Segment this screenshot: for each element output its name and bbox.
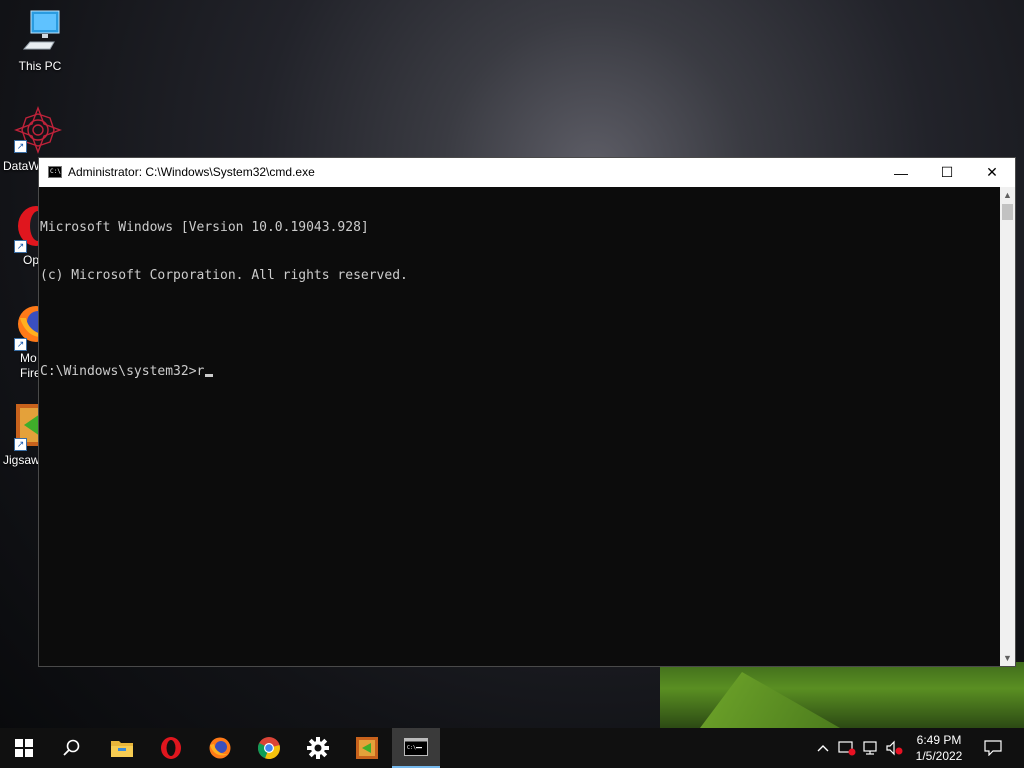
tray-security[interactable] bbox=[836, 728, 858, 768]
window-title: Administrator: C:\Windows\System32\cmd.e… bbox=[68, 165, 315, 179]
cmd-icon: C:\ bbox=[48, 166, 62, 178]
taskbar-jigsaw[interactable] bbox=[343, 728, 391, 768]
taskbar-chrome[interactable] bbox=[245, 728, 293, 768]
action-center-button[interactable] bbox=[978, 728, 1008, 768]
notifications-icon bbox=[984, 740, 1002, 756]
search-button[interactable] bbox=[48, 728, 96, 768]
shortcut-arrow-icon: ↗ bbox=[14, 240, 27, 253]
taskbar-firefox[interactable] bbox=[196, 728, 244, 768]
svg-text:C:\: C:\ bbox=[407, 745, 416, 751]
clock-date: 1/5/2022 bbox=[915, 749, 963, 763]
console-prompt-line[interactable]: C:\Windows\system32>r bbox=[40, 364, 1000, 380]
taskbar-opera[interactable] bbox=[147, 728, 195, 768]
volume-muted-icon bbox=[886, 740, 903, 756]
opera-icon bbox=[161, 737, 181, 759]
cmd-icon: C:\ bbox=[404, 738, 428, 756]
title-bar[interactable]: C:\ Administrator: C:\Windows\System32\c… bbox=[39, 158, 1015, 187]
minimize-icon: — bbox=[894, 164, 908, 181]
close-button[interactable]: ✕ bbox=[969, 158, 1015, 187]
network-icon bbox=[863, 741, 877, 755]
file-explorer-icon bbox=[111, 741, 133, 757]
console-line: Microsoft Windows [Version 10.0.19043.92… bbox=[40, 220, 369, 235]
command-prompt: C:\Windows\system32>r bbox=[40, 364, 205, 379]
maximize-icon: ☐ bbox=[940, 164, 954, 180]
vertical-scrollbar[interactable]: ▲ ▼ bbox=[1000, 187, 1015, 666]
shortcut-arrow-icon: ↗ bbox=[14, 438, 27, 451]
desktop-icon-this-pc[interactable]: This PC bbox=[2, 8, 78, 74]
maximize-button[interactable]: ☐ bbox=[924, 158, 970, 187]
taskbar: C:\ 6:49 PM 1/5/2022 bbox=[0, 728, 1024, 768]
tray-network[interactable] bbox=[860, 728, 882, 768]
scroll-thumb[interactable] bbox=[1002, 204, 1013, 220]
shortcut-arrow-icon: ↗ bbox=[14, 140, 27, 153]
scroll-down-icon[interactable]: ▼ bbox=[1000, 650, 1015, 666]
chevron-up-icon bbox=[817, 745, 829, 752]
firefox-icon bbox=[209, 737, 231, 759]
start-icon bbox=[15, 739, 33, 757]
clock-time: 6:49 PM bbox=[916, 733, 962, 747]
minimize-button[interactable]: — bbox=[878, 158, 924, 187]
taskbar-cmd[interactable]: C:\ bbox=[392, 728, 440, 768]
system-clock[interactable]: 6:49 PM 1/5/2022 bbox=[906, 732, 972, 764]
chrome-icon bbox=[257, 737, 280, 760]
shortcut-arrow-icon: ↗ bbox=[14, 338, 27, 351]
security-alert-icon bbox=[838, 741, 856, 756]
taskbar-settings[interactable] bbox=[294, 728, 342, 768]
desktop-icon-label: This PC bbox=[18, 59, 62, 73]
tray-volume[interactable] bbox=[884, 728, 906, 768]
taskbar-file-explorer[interactable] bbox=[98, 728, 146, 768]
console-output[interactable]: Microsoft Windows [Version 10.0.19043.92… bbox=[39, 187, 1000, 666]
show-hidden-icons-button[interactable] bbox=[812, 728, 834, 768]
close-icon: ✕ bbox=[986, 164, 998, 180]
console-line: (c) Microsoft Corporation. All rights re… bbox=[40, 268, 408, 283]
settings-icon bbox=[307, 737, 329, 759]
scroll-up-icon[interactable]: ▲ bbox=[1000, 187, 1015, 203]
start-button[interactable] bbox=[0, 728, 48, 768]
computer-icon bbox=[22, 10, 60, 50]
text-cursor bbox=[205, 374, 214, 377]
jigsaw-game-icon bbox=[356, 737, 378, 759]
cmd-window[interactable]: C:\ Administrator: C:\Windows\System32\c… bbox=[38, 157, 1016, 667]
search-icon bbox=[63, 739, 80, 756]
